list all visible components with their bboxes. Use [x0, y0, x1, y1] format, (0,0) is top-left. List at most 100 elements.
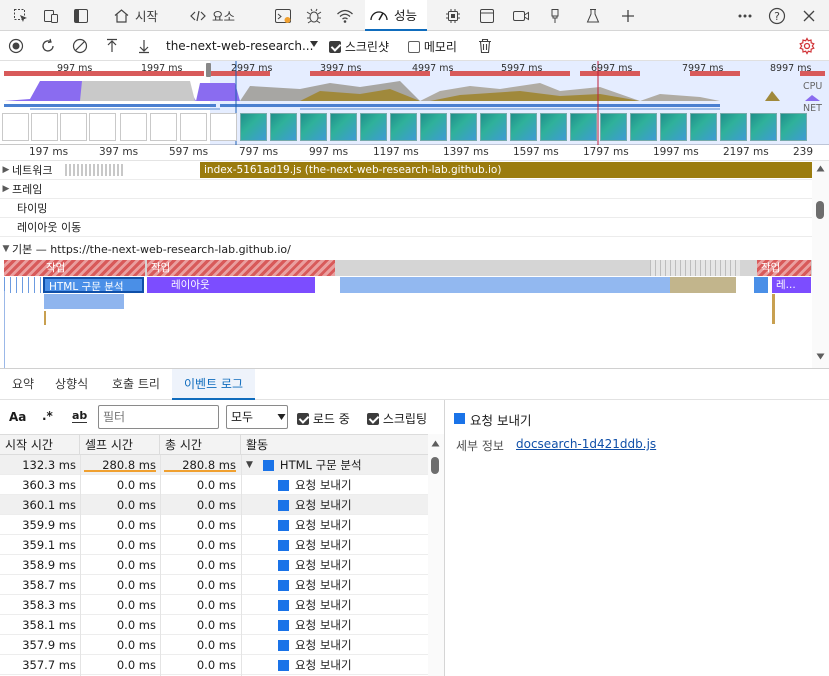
screenshot-thumbnail[interactable] [390, 113, 417, 141]
screenshot-thumbnail[interactable] [360, 113, 387, 141]
column-header-total-time[interactable]: 총 시간 [160, 435, 241, 455]
screenshot-thumbnail[interactable] [89, 113, 116, 141]
flask-icon[interactable] [582, 5, 604, 27]
application-icon[interactable] [476, 5, 498, 27]
network-request-bar[interactable]: index-5161ad19.js (the-next-web-research… [200, 162, 812, 178]
collapse-arrow-icon[interactable]: ▼ [246, 455, 253, 475]
table-row[interactable]: 360.1 ms 0.0 ms 0.0 ms 요청 보내기 [0, 495, 428, 515]
regex-button[interactable]: .* [42, 409, 53, 423]
parse-html-block[interactable]: HTML 구문 분석 [43, 277, 144, 293]
loading-filter[interactable]: 로드 중 [297, 410, 350, 427]
screenshot-thumbnail[interactable] [2, 113, 29, 141]
layout-shifts-track[interactable]: 레이아웃 이동 [0, 218, 812, 237]
screenshot-thumbnail[interactable] [60, 113, 87, 141]
table-row[interactable]: 357.7 ms 0.0 ms 0.0 ms 요청 보내기 [0, 655, 428, 675]
screenshot-thumbnail[interactable] [510, 113, 537, 141]
parse-block[interactable] [754, 277, 768, 293]
screenshot-thumbnail[interactable] [540, 113, 567, 141]
timings-track[interactable]: 타이밍 [0, 199, 812, 218]
chevron-down-icon[interactable] [309, 39, 319, 49]
scripting-filter[interactable]: 스크립팅 [367, 410, 427, 427]
tracks-scrollbar[interactable] [812, 161, 829, 368]
add-tab-icon[interactable] [617, 5, 639, 27]
layout-block[interactable]: 레이아웃 [147, 277, 315, 293]
reload-record-button[interactable] [38, 36, 58, 56]
column-header-start-time[interactable]: 시작 시간 [0, 435, 80, 455]
dock-side-icon[interactable] [70, 5, 92, 27]
wifi-icon[interactable] [334, 5, 356, 27]
detail-source-link[interactable]: docsearch-1d421ddb.js [516, 437, 656, 451]
screenshot-thumbnail[interactable] [31, 113, 58, 141]
layout-block-truncated[interactable]: 레... [772, 277, 811, 293]
table-row[interactable]: 358.1 ms 0.0 ms 0.0 ms 요청 보내기 [0, 615, 428, 635]
clear-button[interactable] [70, 36, 90, 56]
tab-performance[interactable]: 성능 [365, 0, 428, 31]
trash-icon[interactable] [475, 36, 495, 56]
main-thread-track[interactable]: ▼ 기본 — https://the-next-web-research-lab… [0, 239, 812, 258]
timeline-overview[interactable]: 997 ms 1997 ms 2997 ms 3997 ms 4997 ms 5… [0, 61, 829, 145]
expand-arrow-icon[interactable]: ▶ [0, 165, 12, 175]
table-row[interactable]: 360.3 ms 0.0 ms 0.0 ms 요청 보내기 [0, 475, 428, 495]
bug-icon[interactable] [303, 5, 325, 27]
screenshot-thumbnail[interactable] [570, 113, 597, 141]
scroll-thumb[interactable] [431, 457, 439, 474]
whole-word-button[interactable]: ab [72, 409, 88, 423]
screenshot-thumbnail[interactable] [330, 113, 357, 141]
scroll-thumb[interactable] [816, 201, 824, 219]
record-button[interactable] [6, 36, 26, 56]
close-icon[interactable] [798, 5, 820, 27]
screenshot-thumbnail[interactable] [270, 113, 297, 141]
capture-settings-gear-icon[interactable] [797, 36, 817, 56]
collapse-arrow-icon[interactable]: ▼ [0, 244, 12, 254]
long-task-block[interactable]: 작업 [757, 260, 811, 276]
parse-html-child-block[interactable] [44, 294, 124, 309]
tab-event-log[interactable]: 이벤트 로그 [172, 369, 256, 400]
screenshot-thumbnail[interactable] [150, 113, 177, 141]
match-case-button[interactable]: Aa [9, 410, 26, 424]
screenshot-thumbnail[interactable] [210, 113, 237, 141]
screenshot-thumbnail[interactable] [120, 113, 147, 141]
upload-profile-button[interactable] [102, 36, 122, 56]
compile-block[interactable] [670, 277, 736, 293]
tab-summary[interactable]: 요약 [12, 369, 34, 400]
screenshot-thumbnail[interactable] [300, 113, 327, 141]
screenshot-thumbnail[interactable] [240, 113, 267, 141]
screenshots-toggle[interactable]: 스크린샷 [329, 38, 389, 55]
screenshot-thumbnail[interactable] [480, 113, 507, 141]
screenshot-thumbnail[interactable] [750, 113, 777, 141]
screenshots-checkbox[interactable] [329, 41, 341, 53]
table-row[interactable]: 358.9 ms 0.0 ms 0.0 ms 요청 보내기 [0, 555, 428, 575]
scroll-up-icon[interactable] [431, 440, 440, 447]
brush-icon[interactable] [544, 5, 566, 27]
screenshot-thumbnail[interactable] [690, 113, 717, 141]
scroll-down-icon[interactable] [816, 353, 825, 360]
expand-arrow-icon[interactable]: ▶ [0, 184, 12, 194]
script-evaluation-block[interactable] [340, 277, 670, 293]
flame-chart[interactable]: ▶ 네트워크 index-5161ad19.js (the-next-web-r… [0, 161, 829, 368]
device-emulation-icon[interactable] [40, 5, 62, 27]
screenshot-thumbnail[interactable] [180, 113, 207, 141]
screenshot-thumbnail[interactable] [660, 113, 687, 141]
memory-checkbox[interactable] [408, 41, 420, 53]
screenshot-thumbnail[interactable] [780, 113, 807, 141]
scroll-up-icon[interactable] [816, 165, 825, 172]
scripting-checkbox[interactable] [367, 413, 379, 425]
table-row[interactable]: 132.3 ms 280.8 ms 280.8 ms ▼ HTML 구문 분석 [0, 455, 428, 475]
more-icon[interactable] [734, 5, 756, 27]
filter-input[interactable] [98, 405, 219, 429]
screenshot-thumbnail[interactable] [630, 113, 657, 141]
long-task-block[interactable]: 작업 [147, 260, 335, 276]
tab-bottom-up[interactable]: 상향식 [55, 369, 88, 400]
table-row[interactable]: 358.7 ms 0.0 ms 0.0 ms 요청 보내기 [0, 575, 428, 595]
screenshot-thumbnail[interactable] [420, 113, 447, 141]
table-row[interactable]: 358.3 ms 0.0 ms 0.0 ms 요청 보내기 [0, 595, 428, 615]
screenshot-thumbnail[interactable] [450, 113, 477, 141]
column-header-self-time[interactable]: 셀프 시간 [80, 435, 160, 455]
memory-toggle[interactable]: 메모리 [408, 38, 457, 55]
memory-chip-icon[interactable] [442, 5, 464, 27]
table-row[interactable]: 357.9 ms 0.0 ms 0.0 ms 요청 보내기 [0, 635, 428, 655]
tab-call-tree[interactable]: 호출 트리 [112, 369, 160, 400]
long-task-block[interactable]: 작업 [4, 260, 145, 276]
tab-elements[interactable]: 요소 [189, 0, 235, 31]
table-scrollbar[interactable] [428, 434, 444, 676]
